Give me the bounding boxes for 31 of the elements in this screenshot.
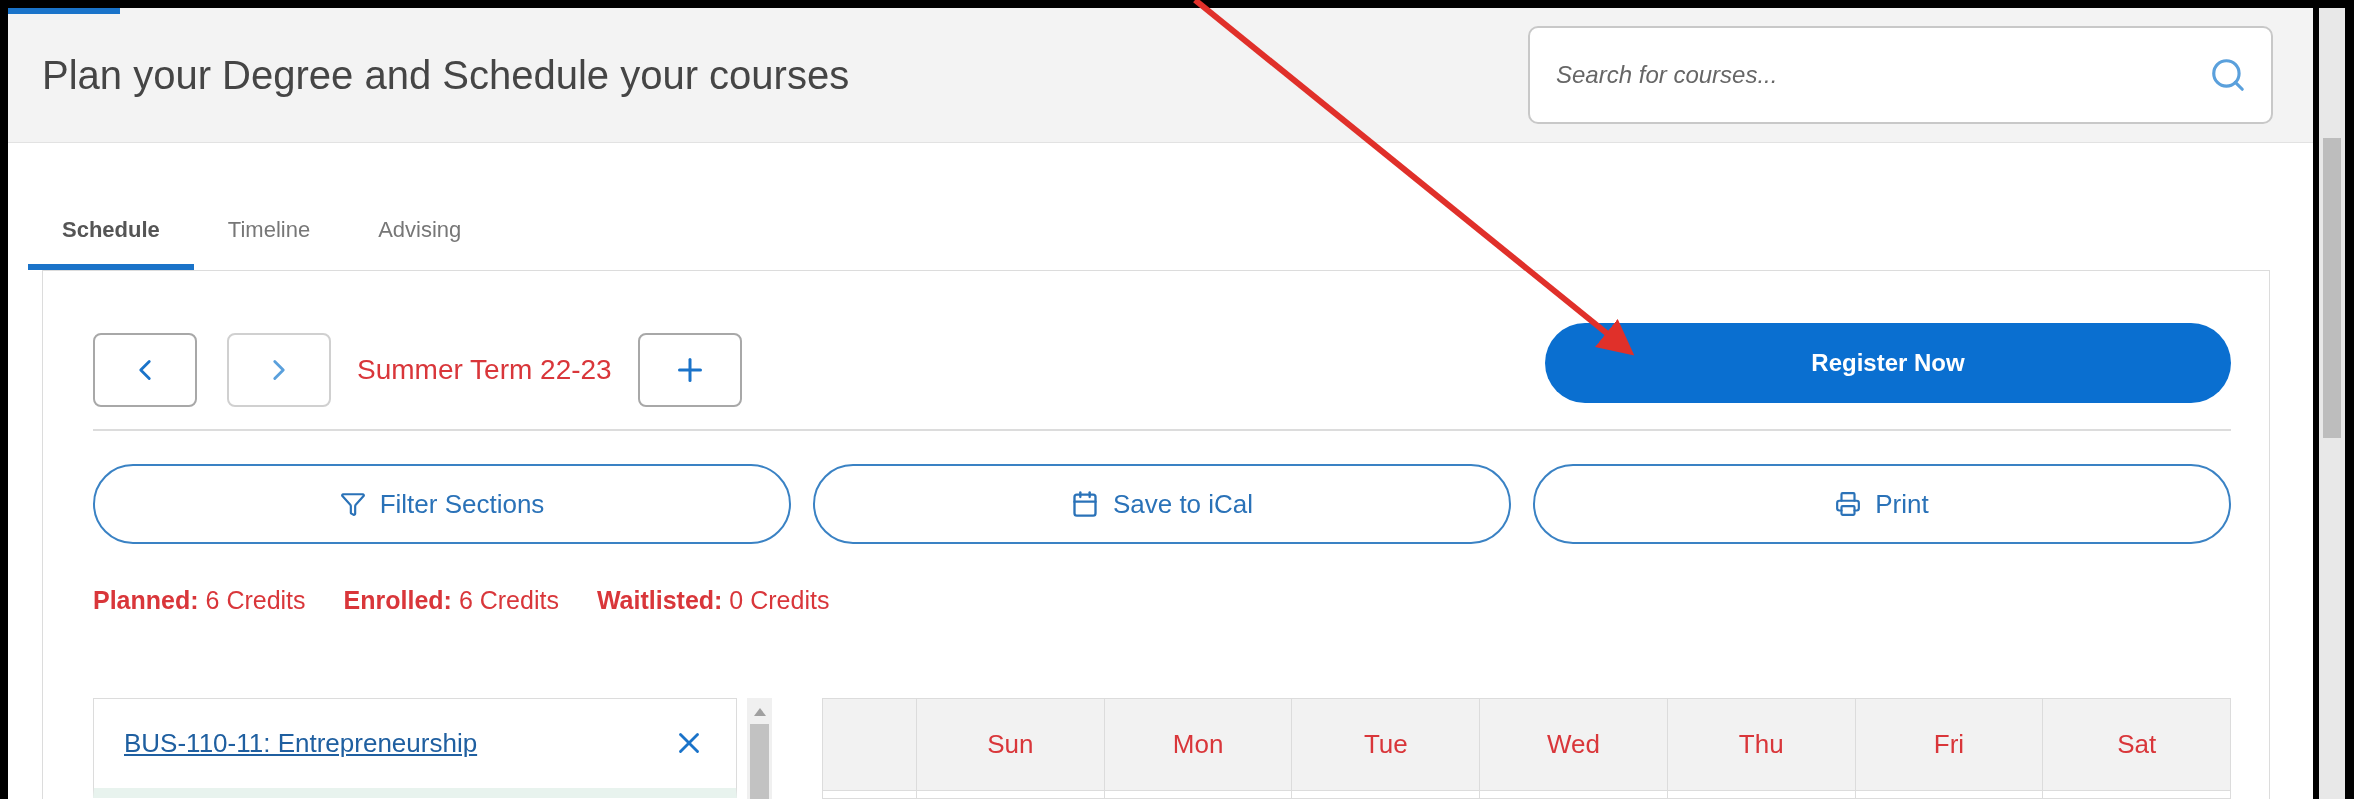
previous-button[interactable] bbox=[93, 333, 197, 407]
register-now-button[interactable]: Register Now bbox=[1545, 323, 2231, 403]
add-term-button[interactable] bbox=[637, 333, 742, 407]
printer-icon bbox=[1835, 491, 1862, 517]
tab[interactable]: Timeline bbox=[193, 213, 345, 270]
day-header: Sat bbox=[2116, 727, 2158, 761]
course-link[interactable]: BUS-110-11: Entrepreneurship bbox=[124, 723, 478, 763]
term-label: Summer Term 22-23 bbox=[357, 353, 612, 387]
day-header: Sun bbox=[917, 698, 1105, 790]
scroll-up-icon[interactable] bbox=[753, 707, 766, 716]
day-header: Mon bbox=[1104, 698, 1293, 790]
day-header: Fri bbox=[1855, 698, 2044, 790]
filter-icon bbox=[339, 491, 366, 517]
day-header: Tue bbox=[1292, 698, 1481, 790]
page-title: Plan your Degree and Schedule your courses bbox=[42, 52, 850, 99]
day-header: Wed bbox=[1480, 698, 1668, 790]
day-header: Thu bbox=[1667, 698, 1856, 790]
action-button[interactable]: Filter Sections bbox=[93, 464, 791, 544]
calendar-icon bbox=[1070, 490, 1099, 518]
tab[interactable]: Schedule bbox=[28, 213, 194, 270]
action-button[interactable]: Save to iCal bbox=[813, 464, 1511, 544]
next-button[interactable] bbox=[227, 333, 331, 407]
action-button[interactable]: Print bbox=[1533, 464, 2231, 544]
credit-summary: Enrolled: 6 Credits bbox=[343, 585, 559, 616]
page-scrollbar-thumb[interactable] bbox=[2323, 138, 2341, 438]
tab[interactable]: Advising bbox=[344, 213, 496, 270]
search-icon[interactable] bbox=[2209, 56, 2247, 94]
scrollbar-thumb[interactable] bbox=[750, 723, 769, 799]
search-field[interactable]: Search for courses... bbox=[1528, 26, 2273, 124]
credit-summary: Waitlisted: 0 Credits bbox=[596, 585, 830, 616]
credit-summary: Planned: 6 Credits bbox=[93, 585, 306, 616]
